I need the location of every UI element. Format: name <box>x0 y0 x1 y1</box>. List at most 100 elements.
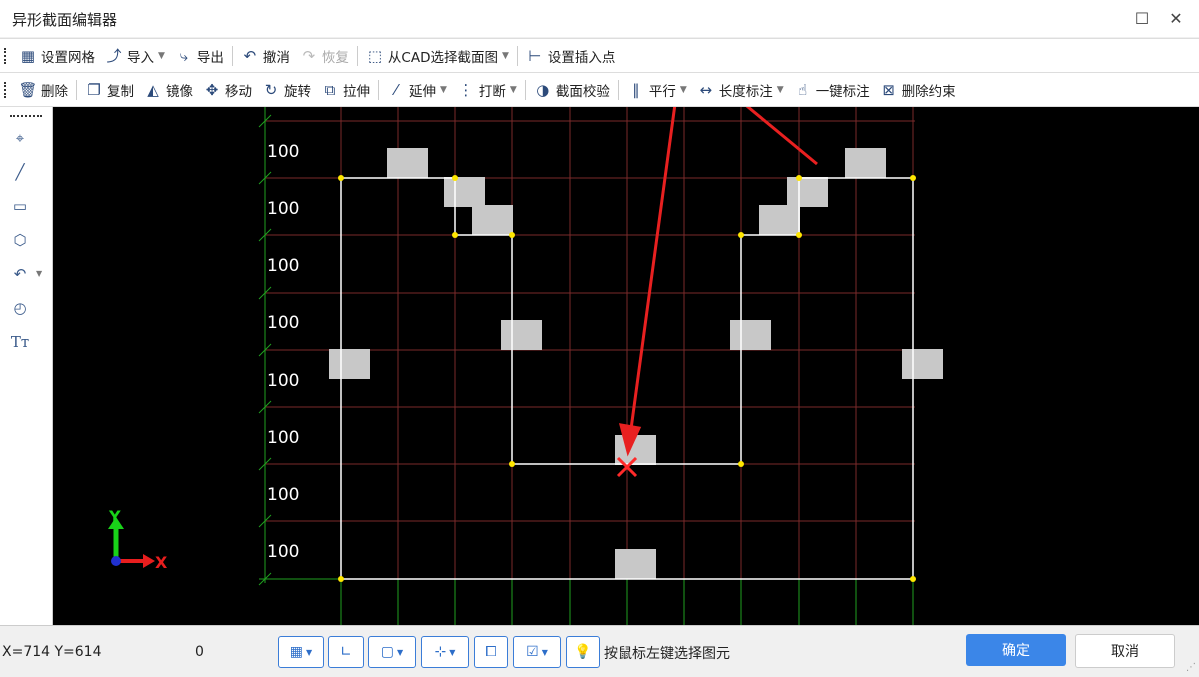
constraint-marker[interactable] <box>759 205 800 235</box>
track-toggle-button[interactable]: ⊹ ▼ <box>421 636 469 668</box>
vertex-point[interactable] <box>452 175 458 181</box>
undo-icon: ↶ <box>243 46 257 65</box>
row-dimension-labels: 100 100 100 100 100 100 100 100 <box>267 142 299 562</box>
vertex-point[interactable] <box>796 232 802 238</box>
chevron-down-icon[interactable]: ▼ <box>777 85 784 95</box>
polygon-tool-icon[interactable]: ⬡ <box>9 229 31 251</box>
constraint-marker[interactable] <box>472 205 513 235</box>
move-button[interactable]: ✥ 移动 <box>198 77 257 103</box>
canvas-svg: 100 100 100 100 100 100 100 100 Y X <box>108 51 943 625</box>
constraint-marker[interactable] <box>329 349 370 379</box>
chevron-down-icon[interactable]: ▼ <box>680 85 687 95</box>
dimension-icon: ↔ <box>699 80 713 99</box>
rotate-button[interactable]: ↻ 旋转 <box>257 77 316 103</box>
toolbar-main: ▦ 设置网格 ⤴ 导入 ▼ ⤷ 导出 ↶ 撤消 ↷ 恢复 ⬚ 从CAD选择截面图 ▼ ⊢ 设置插入… <box>0 38 1199 72</box>
copy-icon: ❐ <box>87 80 101 99</box>
delete-constraint-button[interactable]: ⊠ 删除约束 <box>875 77 961 103</box>
line-tool-icon[interactable]: ╱ <box>9 161 31 183</box>
auto-dimension-button[interactable]: ☝ 一键标注 <box>789 77 875 103</box>
delete-constraint-label: 删除约束 <box>901 83 956 100</box>
tips-button[interactable]: 💡 <box>566 636 600 668</box>
undo-button[interactable]: ↶ 撤消 <box>236 43 295 69</box>
copy-button[interactable]: ❐ 复制 <box>80 77 139 103</box>
section-check-button[interactable]: ◑ 截面校验 <box>529 77 615 103</box>
polar-toggle-button[interactable]: ⧠ <box>474 636 508 668</box>
constraint-toggle-button[interactable]: ☑ ▼ <box>513 636 561 668</box>
redo-button[interactable]: ↷ 恢复 <box>295 43 354 69</box>
vertex-point[interactable] <box>796 175 802 181</box>
chevron-down-icon[interactable]: ▼ <box>306 648 312 657</box>
lightbulb-icon: 💡 <box>574 644 592 660</box>
vertex-point[interactable] <box>338 576 344 582</box>
parallel-button[interactable]: ∥ 平行 ▼ <box>622 77 692 103</box>
constraint-marker[interactable] <box>501 320 542 350</box>
separator <box>356 45 358 66</box>
cancel-button[interactable]: 取消 <box>1075 634 1175 668</box>
drawing-canvas[interactable]: 100 100 100 100 100 100 100 100 Y X <box>53 51 1199 625</box>
vertex-point[interactable] <box>738 461 744 467</box>
mirror-button[interactable]: ◭ 镜像 <box>139 77 198 103</box>
stretch-button[interactable]: ⧉ 拉伸 <box>316 77 375 103</box>
row-label: 100 <box>267 256 299 276</box>
vertex-point[interactable] <box>452 232 458 238</box>
confirm-button[interactable]: 确定 <box>966 634 1066 666</box>
resize-grip-icon[interactable]: ⋰ <box>1186 662 1196 673</box>
grid-toggle-button[interactable]: ▦ ▼ <box>278 636 324 668</box>
import-button[interactable]: ⤴ 导入 ▼ <box>100 43 170 69</box>
trash-icon: 🗑 <box>18 80 38 99</box>
set-grid-button[interactable]: ▦ 设置网格 <box>14 43 100 69</box>
constraint-marker[interactable] <box>902 349 943 379</box>
undo-label: 撤消 <box>262 49 290 66</box>
chevron-down-icon[interactable]: ▼ <box>36 269 42 278</box>
vertex-point[interactable] <box>738 232 744 238</box>
chevron-down-icon[interactable]: ▼ <box>440 85 447 95</box>
export-button[interactable]: ⤷ 导出 <box>170 43 229 69</box>
annotation-arrows <box>618 51 818 457</box>
grid-icon: ▦ <box>20 46 36 65</box>
chevron-down-icon[interactable]: ▼ <box>397 648 403 657</box>
close-icon[interactable]: ✕ <box>1165 7 1187 29</box>
arc-tool-icon[interactable]: ↶ <box>9 263 31 285</box>
chevron-down-icon[interactable]: ▼ <box>502 51 509 61</box>
constraint-marker[interactable] <box>730 320 771 350</box>
vertex-point[interactable] <box>338 175 344 181</box>
text-tool-icon[interactable]: Tт <box>9 331 31 353</box>
constraint-marker[interactable] <box>387 148 428 178</box>
vertex-point[interactable] <box>509 461 515 467</box>
vertex-point[interactable] <box>509 232 515 238</box>
rectangle-tool-icon[interactable]: ▭ <box>9 195 31 217</box>
chevron-down-icon[interactable]: ▼ <box>158 51 165 61</box>
point-tool-icon[interactable]: ⌖ <box>9 127 31 149</box>
export-label: 导出 <box>196 49 224 66</box>
parallel-icon: ∥ <box>632 80 640 99</box>
constraint-marker[interactable] <box>845 148 886 178</box>
move-label: 移动 <box>225 83 252 100</box>
separator <box>516 45 518 66</box>
chevron-down-icon[interactable]: ▼ <box>449 648 455 657</box>
circle-tool-icon[interactable]: ◴ <box>9 297 31 319</box>
extend-button[interactable]: ⁄ 延伸 ▼ <box>382 77 452 103</box>
select-from-cad-button[interactable]: ⬚ 从CAD选择截面图 ▼ <box>361 43 514 69</box>
chevron-down-icon[interactable]: ▼ <box>542 648 548 657</box>
rotate-label: 旋转 <box>284 83 311 100</box>
axis-indicator: Y X <box>108 507 168 572</box>
set-insert-point-button[interactable]: ⊢ 设置插入点 <box>521 43 621 69</box>
delete-button[interactable]: 🗑 删除 <box>14 77 73 103</box>
toolbar-grip <box>4 81 9 98</box>
title-bar: 异形截面编辑器 ☐ ✕ <box>0 0 1199 37</box>
constraint-marker[interactable] <box>444 177 485 207</box>
constraint-marker[interactable] <box>787 177 828 207</box>
ortho-toggle-button[interactable]: ∟ <box>328 636 364 668</box>
chevron-down-icon[interactable]: ▼ <box>510 85 517 95</box>
vertex-point[interactable] <box>910 576 916 582</box>
snap-toggle-button[interactable]: ▢ ▼ <box>368 636 416 668</box>
vertex-point[interactable] <box>910 175 916 181</box>
length-dimension-button[interactable]: ↔ 长度标注 ▼ <box>692 77 789 103</box>
maximize-icon[interactable]: ☐ <box>1131 7 1153 29</box>
row-label: 100 <box>267 142 299 162</box>
ortho-icon: ∟ <box>340 644 352 660</box>
constraint-marker[interactable] <box>615 549 656 579</box>
import-icon: ⤴ <box>106 47 122 65</box>
break-button[interactable]: ⋮ 打断 ▼ <box>452 77 522 103</box>
axis-y-label: Y <box>108 507 121 526</box>
